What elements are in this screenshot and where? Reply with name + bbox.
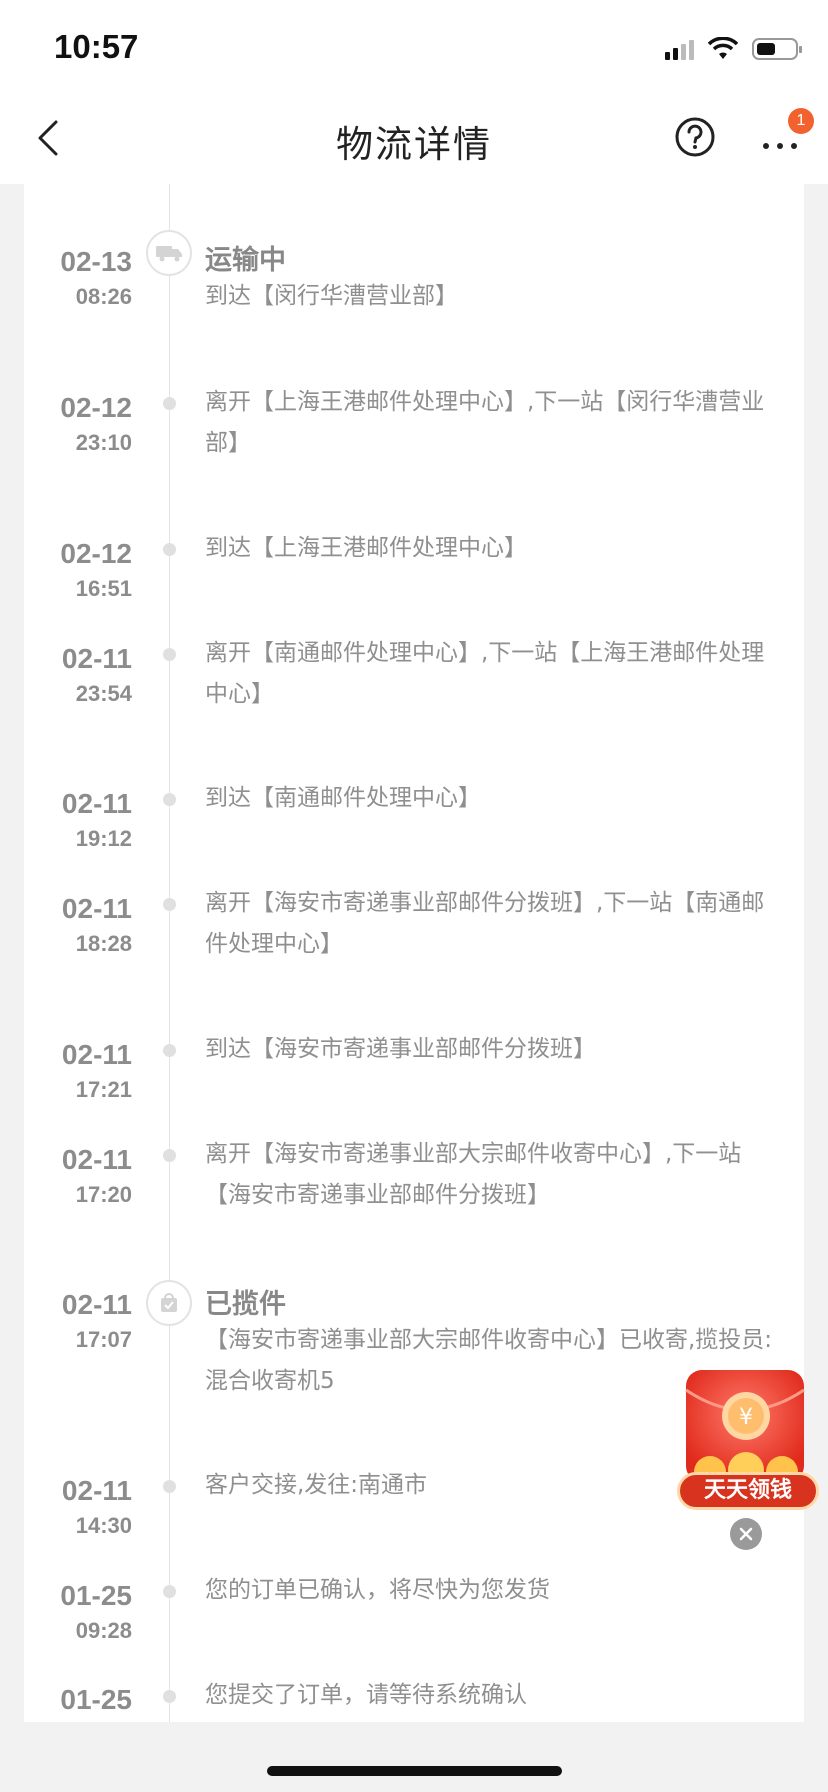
timeline-dot [163,1044,176,1057]
event-date: 02-11 [61,643,132,674]
parcel-icon [146,1280,192,1326]
event-time: 19:12 [75,826,132,851]
event-status-title: 已揽件 [205,1289,286,1320]
event-date: 02-12 [60,392,132,423]
event-status-title: 运输中 [205,245,286,276]
battery-icon [752,38,802,60]
event-date: 01-25 [60,1684,132,1715]
status-bar: 10:57 [0,0,828,92]
timeline-dot [163,1585,176,1598]
event-description: 离开【海安市寄递事业部大宗邮件收寄中心】,下一站【海安市寄递事业部邮件分拨班】 [205,1141,742,1208]
status-icons [665,36,802,62]
red-envelope-promo-icon[interactable]: ¥ [670,1360,822,1540]
status-time: 10:57 [54,28,139,65]
event-time: 17:07 [75,1327,132,1352]
event-description: 离开【海安市寄递事业部邮件分拨班】,下一站【南通邮件处理中心】 [205,890,765,957]
event-description: 到达【闵行华漕营业部】 [205,283,458,309]
event-date: 02-11 [61,893,132,924]
cellular-signal-icon [665,38,694,60]
event-date: 02-11 [61,1289,132,1320]
event-time: 17:20 [75,1182,132,1207]
home-indicator[interactable] [267,1766,562,1776]
event-time: 16:51 [75,576,132,601]
timeline-dot [163,1690,176,1703]
close-promo-button[interactable] [730,1518,762,1550]
event-description: 到达【南通邮件处理中心】 [205,785,481,811]
event-date: 02-13 [60,246,132,277]
event-time: 14:30 [75,1513,132,1538]
event-description: 离开【上海王港邮件处理中心】,下一站【闵行华漕营业部】 [205,389,765,456]
event-time: 17:21 [75,1077,132,1102]
timeline-dot [163,1149,176,1162]
timeline-dot [163,793,176,806]
event-date: 02-11 [61,1144,132,1175]
event-date: 01-25 [60,1580,132,1611]
wifi-icon [708,37,738,59]
timeline-dot [163,898,176,911]
help-icon[interactable] [674,116,716,158]
event-date: 02-11 [61,1475,132,1506]
event-description: 到达【上海王港邮件处理中心】 [205,535,527,561]
event-date: 02-11 [61,788,132,819]
promo-currency-symbol: ¥ [739,1405,753,1430]
close-icon [739,1527,753,1541]
truck-icon [146,230,192,276]
event-time: 18:28 [75,931,132,956]
event-time: 08:26 [75,284,132,309]
event-time: 23:54 [75,681,132,706]
event-date: 02-12 [60,538,132,569]
timeline-dot [163,1480,176,1493]
event-date: 02-11 [61,1039,132,1070]
nav-bar: 物流详情 1 [0,92,828,184]
event-description: 您的订单已确认，将尽快为您发货 [205,1577,550,1603]
event-description: 离开【南通邮件处理中心】,下一站【上海王港邮件处理中心】 [205,640,765,707]
event-description: 您提交了订单，请等待系统确认 [205,1682,527,1708]
timeline-dot [163,648,176,661]
event-time: 09:28 [75,1618,132,1643]
event-description: 到达【海安市寄递事业部邮件分拨班】 [205,1036,596,1062]
promo-label[interactable]: 天天领钱 [677,1472,819,1510]
notification-badge: 1 [788,108,814,134]
timeline-dot [163,543,176,556]
timeline-dot [163,397,176,410]
event-time: 23:10 [75,430,132,455]
